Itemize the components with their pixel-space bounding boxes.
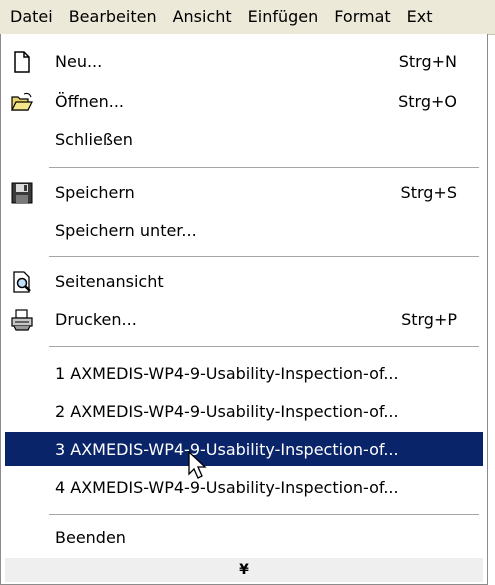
menu-format[interactable]: Format — [326, 3, 398, 31]
recent-file-item[interactable]: 4 AXMEDIS-WP4-9-Usability-Inspection-of.… — [5, 470, 483, 504]
menu-item-shortcut: Strg+O — [398, 91, 457, 111]
menu-item-close[interactable]: Schließen — [5, 122, 483, 156]
menu-separator — [49, 514, 479, 515]
recent-file-label: 3 AXMEDIS-WP4-9-Usability-Inspection-of.… — [55, 439, 399, 459]
menu-datei[interactable]: Datei — [0, 3, 61, 31]
menu-item-label: Speichern unter... — [55, 220, 197, 240]
file-menu-dropdown: Neu... Strg+N Öffnen... Strg+O Schließen… — [0, 34, 488, 585]
menu-einfuegen[interactable]: Einfügen — [240, 3, 327, 31]
menu-expand-button[interactable]: ¥ — [5, 558, 483, 582]
menu-separator — [49, 346, 479, 347]
menu-item-shortcut: Strg+N — [398, 51, 457, 71]
menu-item-label: Öffnen... — [55, 91, 124, 111]
recent-file-item[interactable]: 1 AXMEDIS-WP4-9-Usability-Inspection-of.… — [5, 356, 483, 390]
menu-item-label: Speichern — [55, 182, 135, 202]
double-chevron-down-icon: ¥ — [239, 562, 249, 578]
menu-item-print-preview[interactable]: Seitenansicht — [5, 264, 483, 298]
recent-file-label: 1 AXMEDIS-WP4-9-Usability-Inspection-of.… — [55, 363, 399, 383]
menu-bearbeiten[interactable]: Bearbeiten — [61, 3, 165, 31]
new-document-icon — [14, 51, 30, 73]
menu-item-save-as[interactable]: Speichern unter... — [5, 213, 483, 247]
recent-file-item[interactable]: 2 AXMEDIS-WP4-9-Usability-Inspection-of.… — [5, 394, 483, 428]
recent-file-label: 4 AXMEDIS-WP4-9-Usability-Inspection-of.… — [55, 477, 399, 497]
menu-item-open[interactable]: Öffnen... Strg+O — [5, 84, 483, 118]
menu-item-shortcut: Strg+P — [401, 309, 457, 329]
printer-icon — [11, 309, 33, 331]
print-preview-icon — [13, 271, 31, 293]
menu-item-print[interactable]: Drucken... Strg+P — [5, 302, 483, 336]
menu-separator — [49, 167, 479, 168]
menu-extras[interactable]: Ext — [399, 3, 441, 31]
open-folder-icon — [11, 92, 33, 111]
menu-item-new[interactable]: Neu... Strg+N — [5, 44, 483, 78]
recent-file-item-selected[interactable]: 3 AXMEDIS-WP4-9-Usability-Inspection-of.… — [5, 432, 483, 466]
menu-item-label: Drucken... — [55, 309, 137, 329]
mouse-pointer-icon — [188, 451, 207, 479]
menu-item-label: Neu... — [55, 51, 103, 71]
menu-item-exit[interactable]: Beenden — [5, 520, 483, 554]
recent-file-label: 2 AXMEDIS-WP4-9-Usability-Inspection-of.… — [55, 401, 399, 421]
menu-item-label: Schließen — [55, 129, 133, 149]
floppy-disk-icon — [11, 182, 33, 204]
menu-bar: Datei Bearbeiten Ansicht Einfügen Format… — [0, 0, 495, 35]
menu-item-shortcut: Strg+S — [400, 182, 457, 202]
menu-ansicht[interactable]: Ansicht — [165, 3, 240, 31]
menu-separator — [49, 256, 479, 257]
menu-item-label: Seitenansicht — [55, 271, 164, 291]
menu-item-save[interactable]: Speichern Strg+S — [5, 175, 483, 209]
menu-item-label: Beenden — [55, 527, 126, 547]
